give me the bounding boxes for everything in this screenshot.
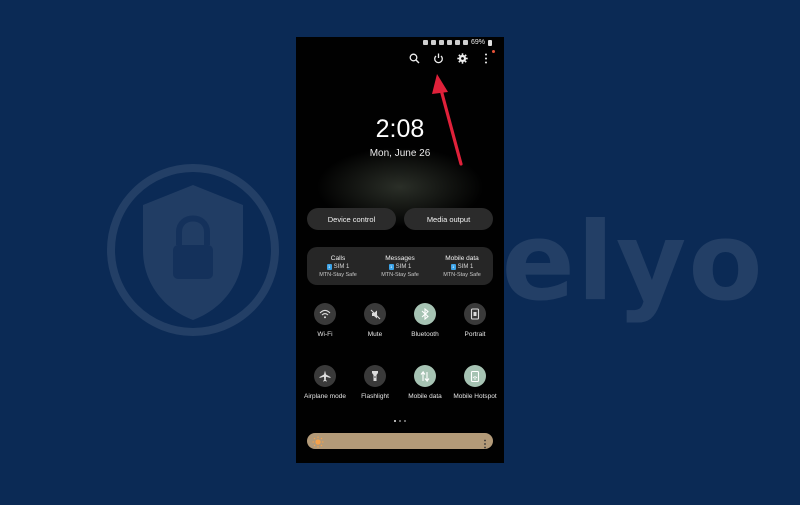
mobile-data-icon [420, 370, 430, 382]
tile-label: Mobile data [408, 393, 442, 400]
battery-icon [488, 39, 492, 46]
sim-calls-network: MTN-Stay Safe [319, 272, 357, 278]
status-icon [430, 40, 436, 45]
tile-flashlight[interactable]: Flashlight [350, 365, 400, 401]
tile-label: Wi-Fi [317, 331, 333, 338]
page-indicator [296, 420, 504, 422]
more-vertical-icon[interactable] [480, 50, 495, 65]
wifi-icon [319, 309, 331, 319]
clock: 2:08 [375, 115, 425, 143]
sim-mobile-data-network: MTN-Stay Safe [443, 272, 481, 278]
sim-card-icon: 1 [388, 264, 394, 270]
tile-airplane-mode[interactable]: Airplane mode [300, 365, 350, 401]
sim-calls-title: Calls [330, 255, 346, 262]
media-output-button[interactable]: Media output [404, 208, 493, 230]
status-icon [454, 40, 460, 45]
quick-panel-toolbar [408, 50, 495, 65]
signal-icon [462, 40, 468, 45]
sim-calls[interactable]: Calls 1 SIM 1 MTN-Stay Safe [307, 247, 369, 285]
tile-mobile-data[interactable]: Mobile data [400, 365, 450, 401]
gear-icon[interactable] [456, 51, 468, 65]
status-bar: 69% [422, 39, 492, 46]
sim-mobile-data-title: Mobile data [445, 255, 479, 262]
status-icon [422, 40, 428, 45]
sim-messages-network: MTN-Stay Safe [381, 272, 419, 278]
sim-card-icon: 1 [326, 264, 332, 270]
flashlight-icon [372, 371, 378, 381]
mute-icon [370, 309, 380, 319]
sim-settings-panel: Calls 1 SIM 1 MTN-Stay Safe Messages 1 SIM… [307, 247, 493, 285]
tile-portrait[interactable]: Portrait [450, 303, 500, 339]
tile-label: Flashlight [361, 393, 389, 400]
sim-card-icon: 1 [450, 264, 456, 270]
tile-mobile-hotspot[interactable]: Mobile Hotspot [450, 365, 500, 401]
airplane-icon [319, 370, 331, 382]
device-control-button[interactable]: Device control [307, 208, 396, 230]
tile-label: Portrait [464, 331, 486, 338]
tile-label: Mute [367, 331, 383, 338]
sim-messages[interactable]: Messages 1 SIM 1 MTN-Stay Safe [369, 247, 431, 285]
phone-screen: 69% 2:08 Mon, June 26 Device control Med… [296, 37, 504, 463]
tile-label: Bluetooth [411, 331, 439, 338]
date: Mon, June 26 [369, 148, 431, 159]
more-vertical-icon[interactable] [483, 436, 487, 454]
portrait-icon [470, 308, 480, 320]
tile-mute[interactable]: Mute [350, 303, 400, 339]
hotspot-icon [470, 370, 480, 382]
sim-messages-sim: SIM 1 [395, 264, 412, 270]
status-icon [446, 40, 452, 45]
tile-wifi[interactable]: Wi-Fi [300, 303, 350, 339]
sim-mobile-data-sim: SIM 1 [457, 264, 474, 270]
sun-icon [312, 435, 324, 453]
sim-calls-sim: SIM 1 [333, 264, 350, 270]
brightness-slider[interactable] [307, 433, 493, 449]
tile-label: Mobile Hotspot [453, 393, 497, 400]
search-icon[interactable] [408, 51, 420, 65]
power-icon[interactable] [432, 51, 444, 65]
battery-percent: 69% [470, 39, 485, 46]
tile-label: Airplane mode [304, 393, 346, 400]
tile-bluetooth[interactable]: Bluetooth [400, 303, 450, 339]
status-icon [438, 40, 444, 45]
sim-messages-title: Messages [385, 255, 415, 262]
sim-mobile-data[interactable]: Mobile data 1 SIM 1 MTN-Stay Safe [431, 247, 493, 285]
notification-dot [492, 50, 495, 53]
bluetooth-icon [421, 308, 429, 320]
